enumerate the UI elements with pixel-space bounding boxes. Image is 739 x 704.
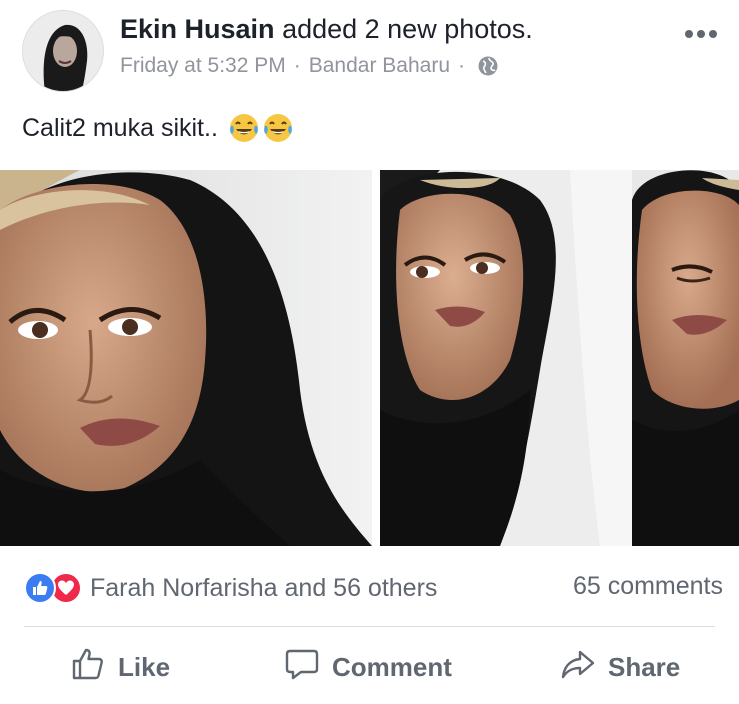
reactors-text[interactable]: Farah Norfarisha and 56 others [90,574,437,603]
photo-2[interactable] [380,170,632,546]
post-action-text: added 2 new photos. [282,14,533,44]
face-with-tears-of-joy-emoji [262,112,294,144]
speech-bubble-icon [284,646,332,689]
post-actions: Like Comment Share [0,640,739,696]
feed-post: Ekin Husain added 2 new photos. Friday a… [0,0,739,704]
face-with-tears-of-joy-emoji [228,112,260,144]
meta-separator: · [458,54,466,77]
photo-1[interactable] [0,170,372,546]
actions-divider [24,626,715,627]
post-stats: Farah Norfarisha and 56 others 65 commen… [0,560,739,616]
share-label: Share [608,652,681,682]
author-avatar[interactable] [22,10,104,92]
thumbs-up-icon [70,646,118,689]
like-label: Like [118,652,171,682]
share-arrow-icon [560,646,608,689]
post-meta: Friday at 5:32 PM · Bandar Baharu · [120,54,499,78]
like-button[interactable]: Like [70,646,170,689]
post-timestamp[interactable]: Friday at 5:32 PM [120,54,286,78]
caption-text: Calit2 muka sikit.. [22,113,218,142]
post-caption: Calit2 muka sikit.. [22,112,294,144]
photo-3[interactable] [632,170,739,546]
globe-icon[interactable] [477,55,499,77]
reactions-summary[interactable]: Farah Norfarisha and 56 others [24,572,437,604]
author-name-link[interactable]: Ekin Husain [120,14,275,44]
share-button[interactable]: Share [560,646,680,689]
more-options-icon[interactable] [681,22,721,46]
meta-separator: · [293,54,301,77]
comments-count-link[interactable]: 65 comments [573,572,723,601]
like-reaction-icon [24,572,56,604]
comment-button[interactable]: Comment [284,646,452,689]
post-location[interactable]: Bandar Baharu [309,54,450,78]
photo-grid [0,170,739,546]
post-header-title: Ekin Husain added 2 new photos. [120,14,533,45]
comment-label: Comment [332,652,452,682]
